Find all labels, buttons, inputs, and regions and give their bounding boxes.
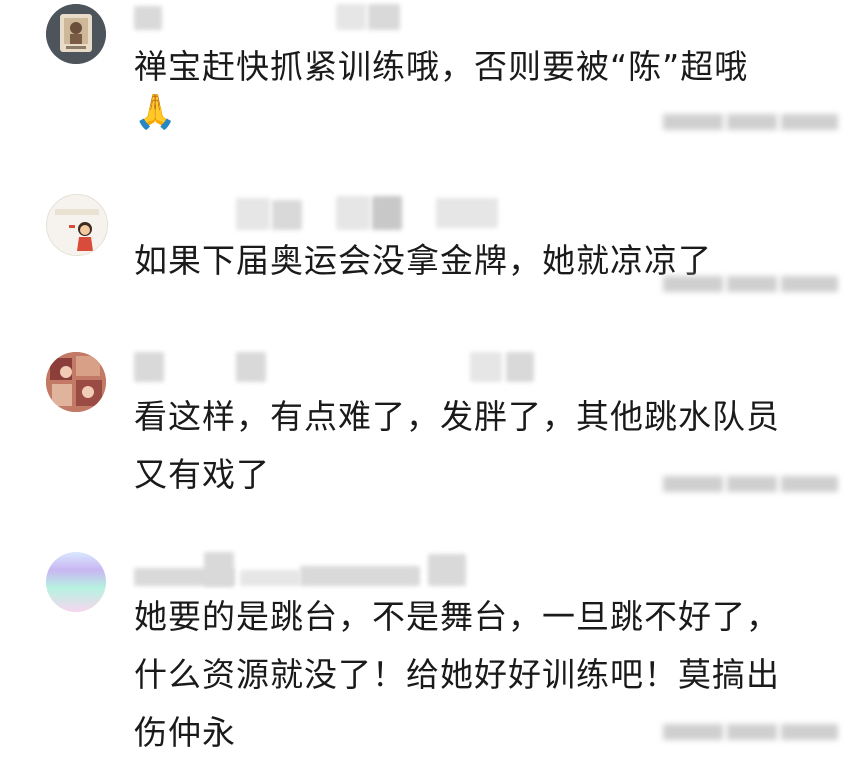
avatar[interactable] — [46, 194, 108, 256]
username-redacted — [236, 198, 270, 230]
username-redacted — [134, 6, 162, 30]
comment-meta-redacted — [663, 276, 838, 292]
avatar-portrait-icon — [46, 4, 106, 64]
username-redacted — [372, 196, 402, 230]
folded-hands-emoji: 🙏 — [134, 92, 177, 132]
username-redacted — [236, 352, 266, 382]
avatar[interactable] — [46, 552, 106, 612]
username-redacted — [368, 4, 400, 30]
username-redacted — [428, 554, 466, 586]
comment-text: 禅宝赶快抓紧训练哦，否则要被“陈”超哦 — [134, 47, 749, 86]
avatar-photo-icon — [46, 352, 106, 412]
avatar-gradient-icon — [46, 552, 106, 612]
comment-meta-redacted — [663, 114, 838, 130]
avatar-cartoon-girl-icon — [47, 195, 107, 255]
username-redacted — [470, 352, 502, 382]
username-redacted — [336, 196, 370, 230]
username-redacted — [204, 552, 234, 586]
username-redacted — [436, 198, 498, 228]
username-redacted — [134, 352, 164, 382]
comment-item: 禅宝赶快抓紧训练哦，否则要被“陈”超哦 🙏 — [0, 0, 856, 170]
comment-meta-redacted — [663, 724, 838, 740]
comment-meta-redacted — [663, 476, 838, 492]
comment-item: 她要的是跳台，不是舞台，一旦跳不好了， 什么资源就没了！给她好好训练吧！莫搞出 … — [0, 548, 856, 756]
username-redacted — [506, 352, 534, 382]
comment-item: 如果下届奥运会没拿金牌，她就凉凉了 — [0, 190, 856, 320]
avatar[interactable] — [46, 352, 106, 412]
username-redacted — [300, 566, 420, 586]
avatar[interactable] — [46, 4, 106, 64]
username-redacted — [240, 570, 300, 586]
username-redacted — [272, 200, 302, 230]
username-redacted — [336, 4, 366, 30]
comment-item: 看这样，有点难了，发胖了，其他跳水队员 又有戏了 — [0, 348, 856, 518]
